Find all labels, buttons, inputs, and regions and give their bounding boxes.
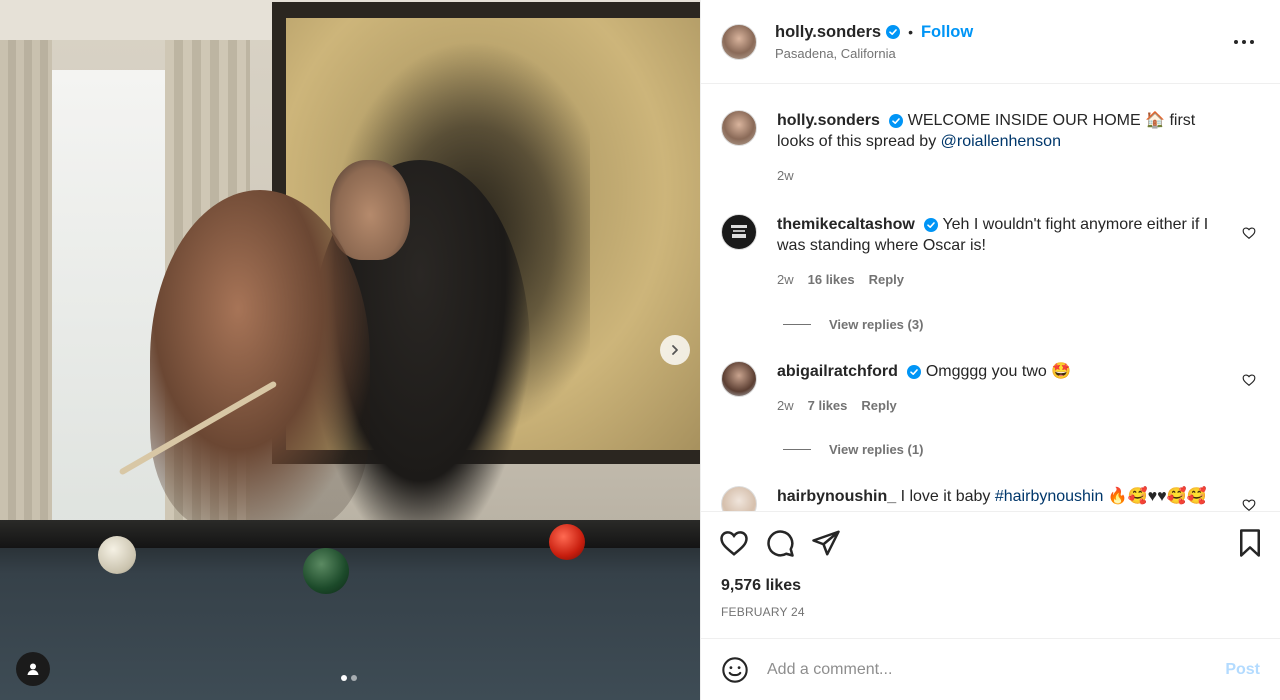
comment-input[interactable] (767, 660, 1226, 679)
author-username[interactable]: holly.sonders (775, 23, 881, 42)
post-side-panel: holly.sonders • Follow Pasadena, Califor… (700, 0, 1280, 700)
verified-badge-icon (907, 364, 922, 379)
comment-username[interactable]: abigailratchford (777, 363, 898, 380)
paper-plane-icon[interactable] (811, 528, 841, 558)
comment-username[interactable]: themikecaltashow (777, 216, 915, 233)
reply-button[interactable]: Reply (861, 398, 896, 413)
carousel-indicator (341, 675, 357, 681)
comment-item: hairbynoushin_ I love it baby #hairbynou… (721, 486, 1260, 511)
post-comment-button[interactable]: Post (1225, 661, 1260, 679)
comment-text-end: 🔥🥰♥♥🥰🥰 (1103, 488, 1207, 505)
woman-figure (150, 190, 370, 530)
logo-icon (731, 225, 747, 238)
comment-time[interactable]: 2w (777, 398, 794, 413)
comment-item: themikecaltashow Yeh I wouldn't fight an… (721, 214, 1260, 287)
avatar[interactable] (721, 110, 757, 146)
view-replies-button[interactable]: View replies (3) (783, 317, 923, 332)
comment-text: Omgggg you two 🤩 (925, 363, 1072, 380)
post-date[interactable]: FEBRUARY 24 (721, 605, 805, 619)
avatar[interactable] (721, 486, 757, 511)
post-header: holly.sonders • Follow Pasadena, Califor… (701, 0, 1280, 84)
caption: holly.sonders WELCOME INSIDE OUR HOME 🏠 … (721, 110, 1260, 183)
post-actions: 9,576 likes FEBRUARY 24 (701, 511, 1280, 638)
verified-badge-icon (886, 25, 901, 39)
next-photo-button[interactable] (660, 335, 690, 365)
curtain (0, 40, 52, 530)
heart-icon[interactable] (1242, 498, 1256, 511)
comment-item: abigailratchford Omgggg you two 🤩 2w 7 l… (721, 361, 1260, 413)
heart-icon[interactable] (1242, 373, 1256, 387)
header-separator: • (908, 24, 913, 40)
more-options-button[interactable] (1230, 30, 1258, 54)
follow-button[interactable]: Follow (921, 23, 973, 42)
view-replies-label: View replies (3) (829, 317, 924, 332)
likes-count[interactable]: 9,576 likes (721, 577, 801, 595)
view-replies-label: View replies (1) (829, 442, 924, 457)
carousel-dot (351, 675, 357, 681)
verified-badge-icon (889, 113, 904, 128)
more-options-icon (1234, 40, 1254, 44)
heart-icon[interactable] (1242, 226, 1256, 240)
verified-badge-icon (924, 217, 939, 232)
view-replies-button[interactable]: View replies (1) (783, 442, 923, 457)
user-tag-icon (27, 663, 39, 675)
comment-time[interactable]: 2w (777, 272, 794, 287)
hashtag-link[interactable]: #hairbynoushin (995, 488, 1104, 505)
green-ball (303, 548, 349, 594)
comment-likes[interactable]: 16 likes (808, 272, 855, 287)
avatar[interactable] (721, 214, 757, 250)
avatar[interactable] (721, 361, 757, 397)
comments-list[interactable]: holly.sonders WELCOME INSIDE OUR HOME 🏠 … (701, 84, 1280, 511)
comment-likes[interactable]: 7 likes (808, 398, 848, 413)
tagged-users-button[interactable] (16, 652, 50, 686)
red-ball (549, 524, 585, 560)
carousel-dot (341, 675, 347, 681)
heart-icon[interactable] (719, 528, 749, 558)
author-avatar[interactable] (721, 23, 757, 60)
caption-username[interactable]: holly.sonders (777, 112, 880, 129)
instagram-post-view: holly.sonders • Follow Pasadena, Califor… (0, 0, 1280, 700)
bookmark-icon[interactable] (1235, 528, 1265, 558)
add-comment-bar: Post (701, 638, 1280, 700)
mention-link[interactable]: @roiallenhenson (941, 133, 1061, 150)
emoji-smiley-icon[interactable] (721, 656, 749, 684)
comment-text: I love it baby (900, 488, 995, 505)
chevron-right-icon (672, 345, 678, 355)
caption-time[interactable]: 2w (777, 168, 794, 183)
cue-ball (98, 536, 136, 574)
reply-button[interactable]: Reply (869, 272, 904, 287)
comment-username[interactable]: hairbynoushin_ (777, 488, 896, 505)
post-location[interactable]: Pasadena, California (775, 46, 973, 61)
comment-bubble-icon[interactable] (765, 528, 795, 558)
post-photo[interactable] (0, 0, 700, 700)
